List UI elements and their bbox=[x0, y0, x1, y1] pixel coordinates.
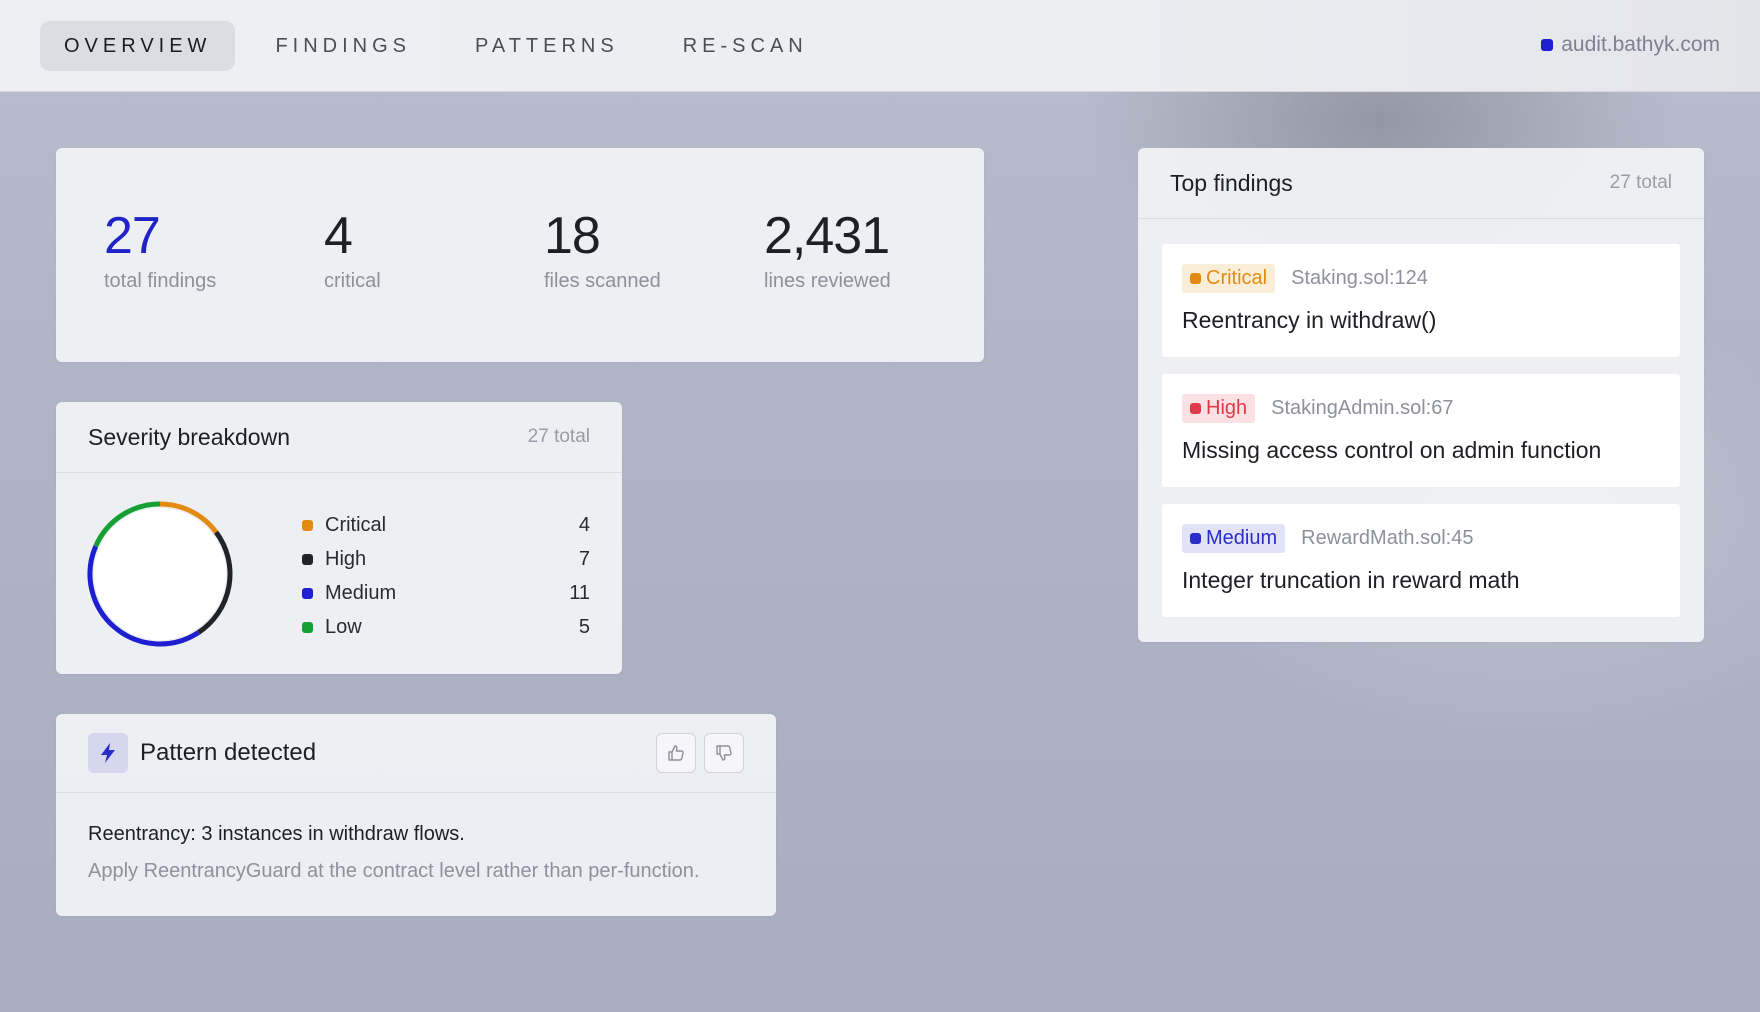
pattern-body: Reentrancy: 3 instances in withdraw flow… bbox=[56, 793, 776, 883]
severity-badge: Critical bbox=[1182, 264, 1276, 293]
domain-label: audit.bathyk.com bbox=[1561, 33, 1720, 56]
card-header: Pattern detected bbox=[56, 714, 776, 793]
legend-item-low: Low 5 bbox=[302, 610, 590, 644]
nav-tabs: OVERVIEW FINDINGS PATTERNS RE-SCAN bbox=[40, 21, 848, 71]
stat-total-findings: 27 total findings bbox=[104, 210, 216, 293]
finding-meta-row: Medium RewardMath.sol:45 bbox=[1182, 524, 1660, 553]
stat-label: critical bbox=[324, 270, 381, 292]
finding-item[interactable]: Medium RewardMath.sol:45 Integer truncat… bbox=[1162, 504, 1680, 617]
top-findings-card: Top findings 27 total Critical Staking.s… bbox=[1138, 148, 1704, 642]
bolt-icon bbox=[88, 733, 128, 773]
legend-count: 11 bbox=[569, 581, 590, 604]
severity-breakdown-card: Severity breakdown 27 total Critical 4 H… bbox=[56, 402, 622, 674]
finding-title: Missing access control on admin function bbox=[1182, 437, 1602, 463]
card-header: Severity breakdown 27 total bbox=[56, 402, 622, 473]
swatch-icon bbox=[302, 621, 313, 633]
severity-dot-icon bbox=[1190, 403, 1201, 414]
status-dot-icon bbox=[1541, 39, 1554, 51]
stat-label: lines reviewed bbox=[764, 270, 891, 292]
legend-item-high: High 7 bbox=[302, 542, 590, 576]
card-meta: 27 total bbox=[1609, 172, 1672, 193]
thumbs-up-icon bbox=[668, 745, 684, 761]
thumbs-down-icon bbox=[716, 745, 732, 761]
finding-location: RewardMath.sol:45 bbox=[1301, 527, 1474, 549]
feedback-buttons bbox=[656, 733, 744, 773]
pattern-recommendation: Apply ReentrancyGuard at the contract le… bbox=[88, 860, 700, 882]
card-meta: 27 total bbox=[527, 426, 590, 447]
swatch-icon bbox=[302, 587, 313, 599]
finding-meta-row: Critical Staking.sol:124 bbox=[1182, 264, 1660, 293]
severity-badge: High bbox=[1182, 394, 1256, 423]
stat-critical: 4 critical bbox=[324, 210, 381, 293]
swatch-icon bbox=[302, 553, 313, 565]
severity-donut-chart bbox=[87, 501, 233, 647]
legend-item-critical: Critical 4 bbox=[302, 508, 590, 542]
thumbs-down-button[interactable] bbox=[704, 733, 744, 773]
domain-indicator: audit.bathyk.com bbox=[1541, 33, 1720, 57]
legend-label: Medium bbox=[325, 581, 397, 604]
legend-count: 4 bbox=[578, 513, 590, 536]
donut-center bbox=[94, 508, 226, 640]
severity-label: High bbox=[1206, 397, 1248, 419]
card-header: Top findings 27 total bbox=[1138, 148, 1704, 219]
pattern-detected-card: Pattern detected Reentrancy: 3 instances… bbox=[56, 714, 776, 916]
tab-findings[interactable]: FINDINGS bbox=[251, 21, 435, 71]
top-nav: OVERVIEW FINDINGS PATTERNS RE-SCAN audit… bbox=[0, 0, 1760, 92]
stat-value: 4 bbox=[324, 207, 353, 265]
stat-files-scanned: 18 files scanned bbox=[544, 210, 661, 293]
severity-label: Critical bbox=[1206, 267, 1268, 289]
legend-label: High bbox=[325, 547, 367, 570]
swatch-icon bbox=[302, 519, 313, 531]
tab-rescan[interactable]: RE-SCAN bbox=[659, 21, 832, 71]
stat-lines-reviewed: 2,431 lines reviewed bbox=[764, 210, 891, 293]
pattern-summary: Reentrancy: 3 instances in withdraw flow… bbox=[88, 823, 465, 845]
stat-label: files scanned bbox=[544, 270, 661, 292]
card-title: Pattern detected bbox=[140, 739, 317, 766]
legend-item-medium: Medium 11 bbox=[302, 576, 590, 610]
severity-label: Medium bbox=[1206, 527, 1278, 549]
finding-item[interactable]: Critical Staking.sol:124 Reentrancy in w… bbox=[1162, 244, 1680, 357]
finding-meta-row: High StakingAdmin.sol:67 bbox=[1182, 394, 1660, 423]
stat-value: 2,431 bbox=[764, 207, 890, 265]
thumbs-up-button[interactable] bbox=[656, 733, 696, 773]
stat-value: 18 bbox=[544, 207, 601, 265]
severity-dot-icon bbox=[1190, 533, 1201, 544]
finding-title: Integer truncation in reward math bbox=[1182, 567, 1520, 593]
tab-patterns[interactable]: PATTERNS bbox=[451, 21, 643, 71]
legend-label: Critical bbox=[325, 513, 387, 536]
severity-badge: Medium bbox=[1182, 524, 1286, 553]
card-title: Severity breakdown bbox=[88, 423, 290, 450]
legend-label: Low bbox=[325, 615, 362, 638]
legend-count: 7 bbox=[578, 547, 590, 570]
card-title: Top findings bbox=[1170, 169, 1293, 196]
severity-legend: Critical 4 High 7 Medium 11 Low 5 bbox=[302, 508, 590, 644]
finding-location: StakingAdmin.sol:67 bbox=[1271, 397, 1454, 419]
stat-label: total findings bbox=[104, 270, 217, 292]
finding-item[interactable]: High StakingAdmin.sol:67 Missing access … bbox=[1162, 374, 1680, 487]
stat-value: 27 bbox=[104, 207, 161, 265]
severity-dot-icon bbox=[1190, 273, 1201, 284]
legend-count: 5 bbox=[578, 615, 590, 638]
tab-overview[interactable]: OVERVIEW bbox=[40, 21, 236, 71]
finding-location: Staking.sol:124 bbox=[1291, 267, 1428, 289]
stats-card: 27 total findings 4 critical 18 files sc… bbox=[56, 148, 984, 362]
finding-title: Reentrancy in withdraw() bbox=[1182, 307, 1437, 333]
pattern-header-left: Pattern detected bbox=[88, 733, 316, 773]
